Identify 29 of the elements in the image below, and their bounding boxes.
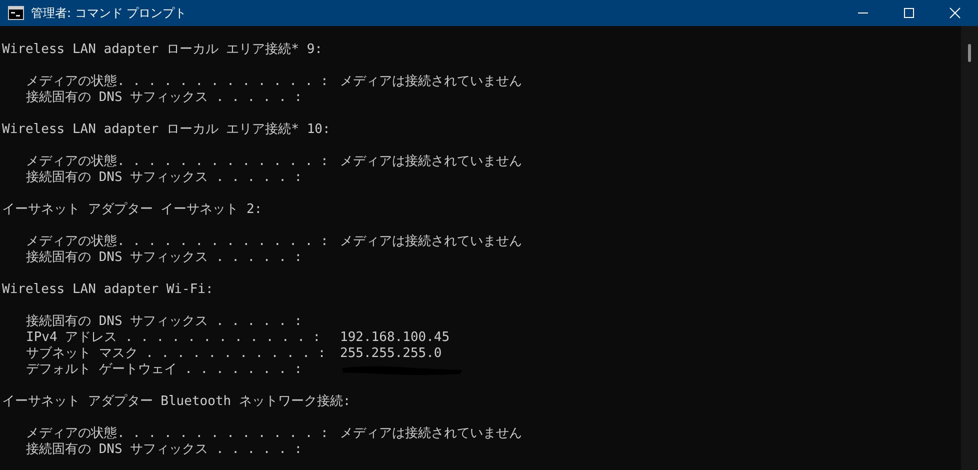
property-value: メディアは接続されていません: [340, 426, 522, 442]
adapter-header: イーサネット アダプター Bluetooth ネットワーク接続:: [2, 394, 351, 410]
property-label: メディアの状態. . . . . . . . . . . . . :: [26, 74, 330, 90]
window-title: 管理者: コマンド プロンプト: [31, 4, 188, 22]
property-value: 192.168.100.45: [340, 330, 450, 346]
property-label: メディアの状態. . . . . . . . . . . . . :: [26, 234, 330, 250]
property-label: 接続固有の DNS サフィックス . . . . . :: [26, 314, 304, 330]
console-icon: [8, 6, 24, 20]
property-label: 接続固有の DNS サフィックス . . . . . :: [26, 170, 304, 186]
property-label: メディアの状態. . . . . . . . . . . . . :: [26, 154, 330, 170]
property-label: サブネット マスク . . . . . . . . . . . :: [26, 346, 327, 362]
adapter-header: Wireless LAN adapter ローカル エリア接続* 9:: [2, 42, 322, 58]
scrollbar[interactable]: [961, 26, 978, 470]
adapter-header: Wireless LAN adapter ローカル エリア接続* 10:: [2, 122, 330, 138]
property-label: デフォルト ゲートウェイ . . . . . . . :: [26, 362, 304, 378]
property-label: メディアの状態. . . . . . . . . . . . . :: [26, 426, 330, 442]
property-label: IPv4 アドレス . . . . . . . . . . . . :: [26, 330, 322, 346]
adapter-header: Wireless LAN adapter Wi-Fi:: [2, 282, 214, 298]
maximize-icon: [903, 7, 915, 19]
property-value: メディアは接続されていません: [340, 234, 522, 250]
property-value: 255.255.255.0: [340, 346, 442, 362]
scrollbar-thumb[interactable]: [968, 44, 971, 62]
adapter-header: イーサネット アダプター イーサネット 2:: [2, 202, 262, 218]
property-label: 接続固有の DNS サフィックス . . . . . :: [26, 90, 304, 106]
property-value: メディアは接続されていません: [340, 154, 522, 170]
property-label: 接続固有の DNS サフィックス . . . . . :: [26, 442, 304, 458]
property-label: 接続固有の DNS サフィックス . . . . . :: [26, 250, 304, 266]
close-icon: [949, 7, 961, 19]
property-value: メディアは接続されていません: [340, 74, 522, 90]
